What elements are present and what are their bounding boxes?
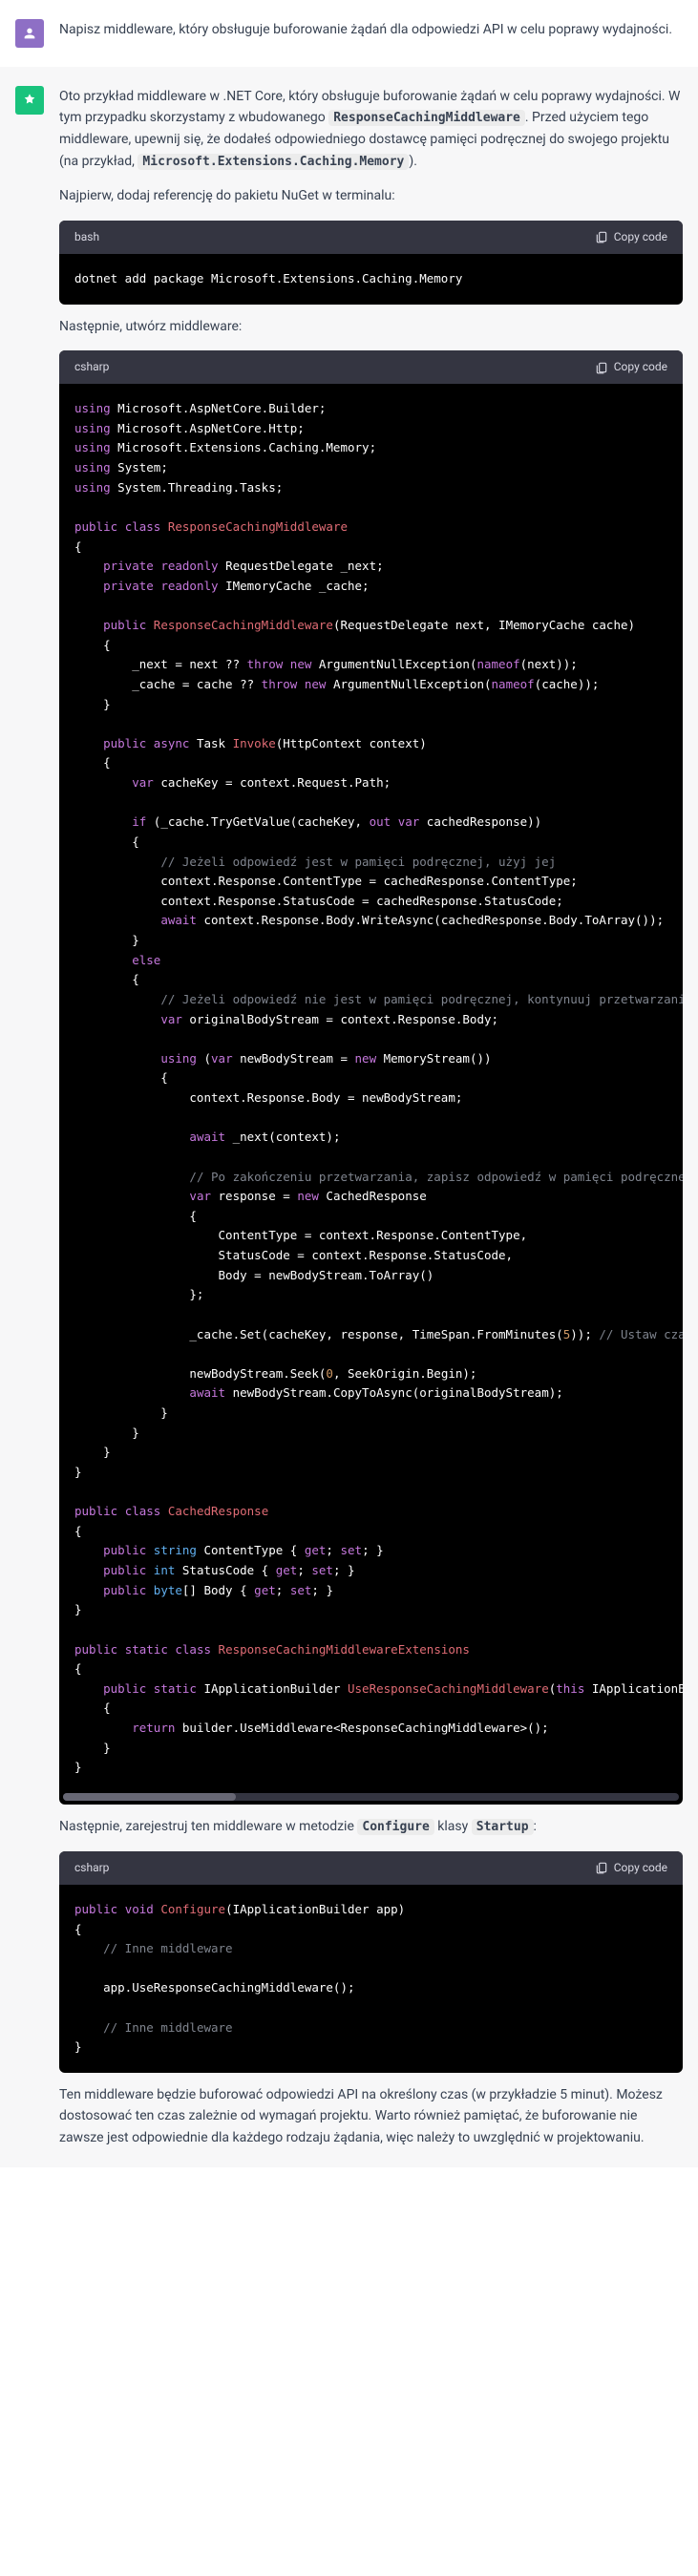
intro-paragraph: Oto przykład middleware w .NET Core, któ… — [59, 86, 683, 172]
clipboard-icon — [595, 1861, 608, 1874]
user-message: Napisz middleware, który obsługuje bufor… — [0, 0, 698, 67]
code-block-bash: bash Copy code dotnet add package Micros… — [59, 221, 683, 305]
code-lang-label: bash — [74, 228, 99, 246]
user-prompt: Napisz middleware, który obsługuje bufor… — [59, 19, 683, 40]
code-lang-label: csharp — [74, 358, 109, 376]
ai-icon — [22, 93, 37, 108]
code-body[interactable]: dotnet add package Microsoft.Extensions.… — [59, 254, 683, 305]
copy-code-button[interactable]: Copy code — [595, 1859, 667, 1877]
user-content: Napisz middleware, który obsługuje bufor… — [59, 19, 683, 48]
inline-code: ResponseCachingMiddleware — [328, 110, 525, 126]
paragraph: Następnie, zarejestruj ten middleware w … — [59, 1816, 683, 1838]
code-body[interactable]: using Microsoft.AspNetCore.Builder; usin… — [59, 384, 683, 1793]
paragraph: Ten middleware będzie buforować odpowied… — [59, 2084, 683, 2148]
code-lang-label: csharp — [74, 1859, 109, 1877]
assistant-message: Oto przykład middleware w .NET Core, któ… — [0, 67, 698, 2167]
inline-code: Startup — [472, 1819, 534, 1835]
copy-code-button[interactable]: Copy code — [595, 358, 667, 376]
inline-code: Configure — [357, 1819, 434, 1835]
user-avatar — [15, 19, 44, 48]
assistant-avatar — [15, 86, 44, 115]
clipboard-icon — [595, 230, 608, 243]
horizontal-scrollbar[interactable] — [63, 1793, 679, 1801]
clipboard-icon — [595, 361, 608, 374]
code-body[interactable]: public void Configure(IApplicationBuilde… — [59, 1885, 683, 2073]
assistant-content: Oto przykład middleware w .NET Core, któ… — [59, 86, 683, 2148]
code-block-csharp-config: csharp Copy code public void Configure(I… — [59, 1851, 683, 2073]
inline-code: Microsoft.Extensions.Caching.Memory — [137, 154, 409, 170]
code-header: bash Copy code — [59, 221, 683, 254]
code-block-csharp-main: csharp Copy code using Microsoft.AspNetC… — [59, 350, 683, 1805]
paragraph: Najpierw, dodaj referencję do pakietu Nu… — [59, 185, 683, 206]
user-icon — [22, 26, 37, 41]
code-header: csharp Copy code — [59, 350, 683, 384]
code-header: csharp Copy code — [59, 1851, 683, 1885]
copy-code-button[interactable]: Copy code — [595, 228, 667, 246]
paragraph: Następnie, utwórz middleware: — [59, 316, 683, 337]
